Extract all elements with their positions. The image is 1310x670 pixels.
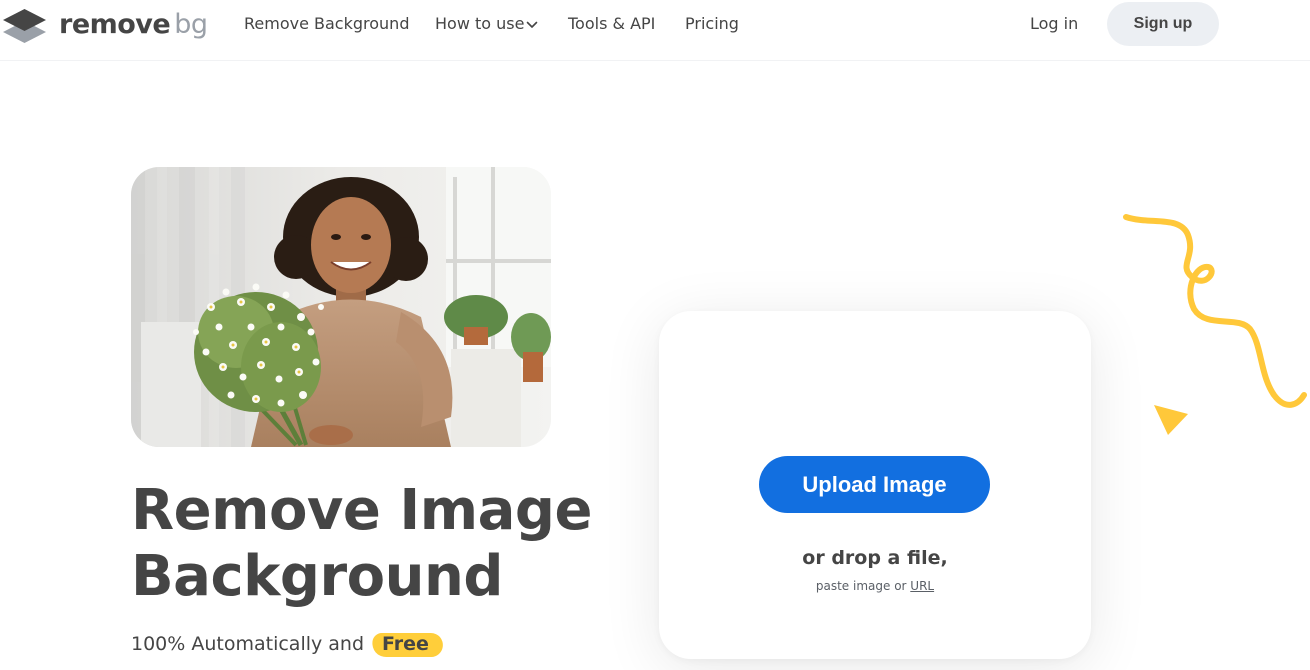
drop-file-text: or drop a file, xyxy=(802,547,948,569)
hero-title-line2: Background xyxy=(131,544,503,609)
free-badge: Free xyxy=(374,630,437,658)
chevron-down-icon xyxy=(527,21,538,28)
logo[interactable]: remove bg xyxy=(2,7,208,43)
nav-how-to-use-label: How to use xyxy=(435,14,525,33)
hero-subtitle-text: 100% Automatically and xyxy=(131,633,365,655)
hero-example-photo xyxy=(131,167,551,447)
woman-with-flowers-image xyxy=(131,167,551,447)
yellow-triangle-icon xyxy=(1154,405,1188,435)
paste-image-text: paste image or URL xyxy=(659,579,1091,593)
top-navigation-bar: remove bg Remove Background How to use To… xyxy=(0,0,1310,61)
paste-prefix: paste image or xyxy=(815,579,907,593)
logo-word-bg: bg xyxy=(174,9,208,40)
nav-pricing[interactable]: Pricing xyxy=(685,14,739,34)
login-link[interactable]: Log in xyxy=(1030,14,1078,34)
nav-remove-background[interactable]: Remove Background xyxy=(244,14,409,34)
upload-image-button[interactable]: Upload Image xyxy=(759,456,990,513)
nav-tools-api[interactable]: Tools & API xyxy=(568,14,655,34)
layered-diamond-logo-icon xyxy=(3,9,46,43)
url-link[interactable]: URL xyxy=(910,579,934,593)
yellow-squiggle-icon xyxy=(1123,214,1307,408)
hero-title-line1: Remove Image xyxy=(131,478,592,543)
hero-title: Remove Image Background xyxy=(131,478,651,610)
hero-subtitle: 100% Automatically and Free xyxy=(131,630,437,658)
nav-how-to-use[interactable]: How to use xyxy=(435,14,538,34)
logo-wordmark: remove bg xyxy=(59,7,208,43)
upload-card[interactable]: Upload Image or drop a file, paste image… xyxy=(659,311,1091,659)
logo-word-remove: remove xyxy=(59,9,171,40)
signup-button[interactable]: Sign up xyxy=(1107,2,1219,46)
